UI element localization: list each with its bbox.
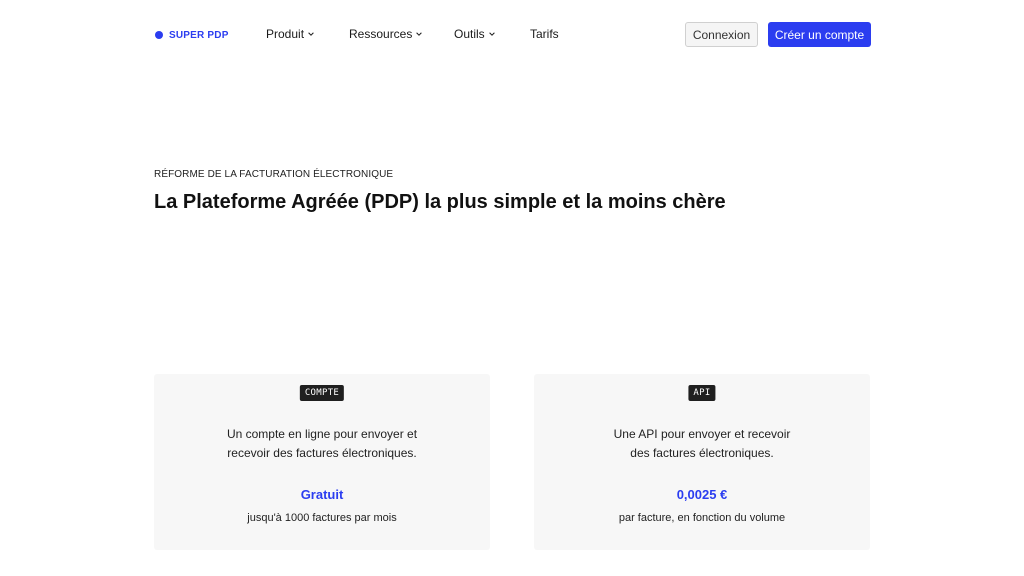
page-title: La Plateforme Agréée (PDP) la plus simpl… [154, 191, 726, 213]
logo-text: SUPER PDP [169, 29, 229, 41]
card-tag: API [688, 385, 716, 401]
hero-eyebrow: RÉFORME DE LA FACTURATION ÉLECTRONIQUE [154, 169, 394, 180]
nav-item-ressources[interactable]: Ressources [349, 25, 423, 43]
logo-dot-icon [155, 31, 163, 39]
card-price: 0,0025 € [676, 487, 728, 502]
card-description-line: Un compte en ligne pour envoyer et [226, 427, 418, 441]
card-price-subtext: par facture, en fonction du volume [618, 512, 786, 524]
card-price: Gratuit [300, 487, 344, 502]
nav-item-outils[interactable]: Outils [454, 25, 496, 43]
chevron-down-icon [416, 32, 423, 36]
chevron-down-icon [488, 32, 495, 36]
pricing-card-compte: COMPTE Un compte en ligne pour envoyer e… [154, 374, 490, 550]
nav-item-label: Outils [454, 27, 485, 41]
card-description-line: Une API pour envoyer et recevoir [613, 427, 791, 441]
nav-item-label: Tarifs [530, 27, 559, 41]
signup-button[interactable]: Créer un compte [768, 22, 871, 47]
nav-item-produit[interactable]: Produit [266, 25, 315, 43]
nav-item-label: Ressources [349, 27, 413, 41]
card-description-line: recevoir des factures électroniques. [227, 446, 417, 460]
nav-item-label: Produit [266, 27, 305, 41]
card-tag: COMPTE [299, 385, 345, 401]
card-price-subtext: jusqu'à 1000 factures par mois [247, 512, 397, 524]
logo-link[interactable]: SUPER PDP [155, 27, 229, 43]
login-button[interactable]: Connexion [685, 22, 758, 47]
chevron-down-icon [308, 32, 314, 36]
site-header: SUPER PDP Produit Ressources Outils Tari… [0, 0, 1024, 70]
card-description: Une API pour envoyer et recevoir des fac… [534, 425, 870, 463]
pricing-card-api: API Une API pour envoyer et recevoir des… [534, 374, 870, 550]
nav-item-tarifs[interactable]: Tarifs [530, 25, 559, 43]
card-description: Un compte en ligne pour envoyer et recev… [154, 425, 490, 463]
card-description-line: des factures électroniques. [630, 446, 774, 460]
